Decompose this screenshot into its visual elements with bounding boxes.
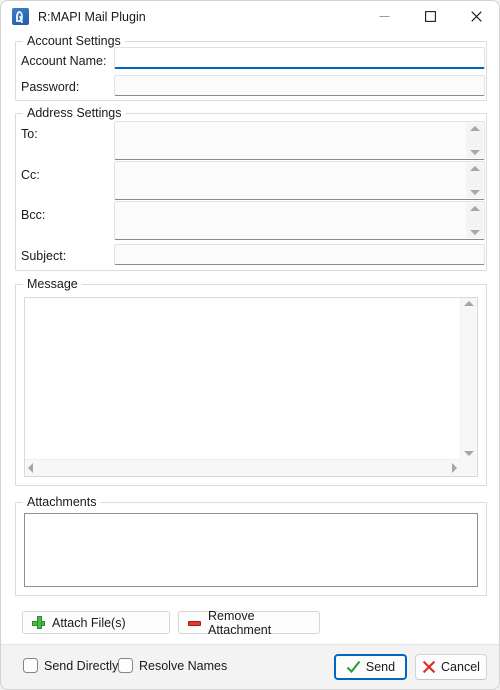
to-spinner[interactable] [466,123,483,158]
scroll-down-icon[interactable] [464,451,474,456]
subject-input[interactable] [114,244,485,265]
account-name-input[interactable] [114,47,485,69]
spinner-down-icon[interactable] [469,230,480,235]
message-horizontal-scrollbar[interactable] [25,459,460,476]
scroll-right-icon[interactable] [452,463,457,473]
address-settings-label: Address Settings [23,106,126,120]
spinner-down-icon[interactable] [469,190,480,195]
minus-icon [188,616,201,629]
password-input[interactable] [114,75,485,96]
to-input[interactable] [114,121,485,160]
window-title: R:MAPI Mail Plugin [38,9,146,24]
message-vertical-scrollbar[interactable] [460,298,477,459]
maximize-button[interactable] [407,1,453,32]
spinner-up-icon[interactable] [469,126,480,131]
remove-attachment-label: Remove Attachment [208,608,272,637]
bcc-label: Bcc: [21,208,46,222]
password-label: Password: [21,80,80,94]
title-bar[interactable]: R:MAPI Mail Plugin [1,1,499,32]
resolve-names-label: Resolve Names [139,658,228,673]
to-label: To: [21,127,38,141]
window-controls [361,1,499,32]
remove-attachment-button[interactable]: Remove Attachment [178,608,320,637]
checkbox-box[interactable] [118,658,133,673]
close-button[interactable] [453,1,499,32]
bcc-spinner[interactable] [466,203,483,238]
scroll-up-icon[interactable] [464,301,474,306]
bcc-input[interactable] [114,201,485,240]
send-directly-label: Send Directly [44,658,119,673]
subject-label: Subject: [21,249,67,263]
plus-icon [32,616,45,629]
account-name-label: Account Name: [21,54,107,68]
message-input[interactable] [25,298,459,458]
attach-files-label: Attach File(s) [52,615,126,630]
send-label: Send [365,660,396,674]
attachments-list[interactable] [24,513,478,587]
r-logo-icon [12,8,29,25]
spinner-down-icon[interactable] [469,150,480,155]
scroll-corner [460,459,477,476]
minimize-button[interactable] [361,1,407,32]
maximize-icon [424,11,436,22]
cross-icon [422,660,436,674]
cancel-label: Cancel [441,660,480,674]
spinner-up-icon[interactable] [469,166,480,171]
send-button[interactable]: Send [334,654,407,680]
message-label: Message [23,277,82,291]
account-settings-label: Account Settings [23,34,125,48]
attachments-label: Attachments [23,495,101,509]
scroll-left-icon[interactable] [28,463,33,473]
attach-files-button[interactable]: Attach File(s) [22,611,170,634]
cancel-button[interactable]: Cancel [415,654,487,680]
minimize-icon [379,16,389,17]
cc-spinner[interactable] [466,163,483,198]
spinner-up-icon[interactable] [469,206,480,211]
resolve-names-checkbox[interactable]: Resolve Names [118,658,227,673]
mail-plugin-window: R:MAPI Mail Plugin Account Settings Acco… [0,0,500,690]
cc-input[interactable] [114,161,485,200]
checkmark-icon [346,660,361,674]
checkbox-box[interactable] [23,658,38,673]
cc-label: Cc: [21,168,40,182]
message-box [24,297,478,477]
close-icon [470,11,482,22]
send-directly-checkbox[interactable]: Send Directly [23,658,118,673]
